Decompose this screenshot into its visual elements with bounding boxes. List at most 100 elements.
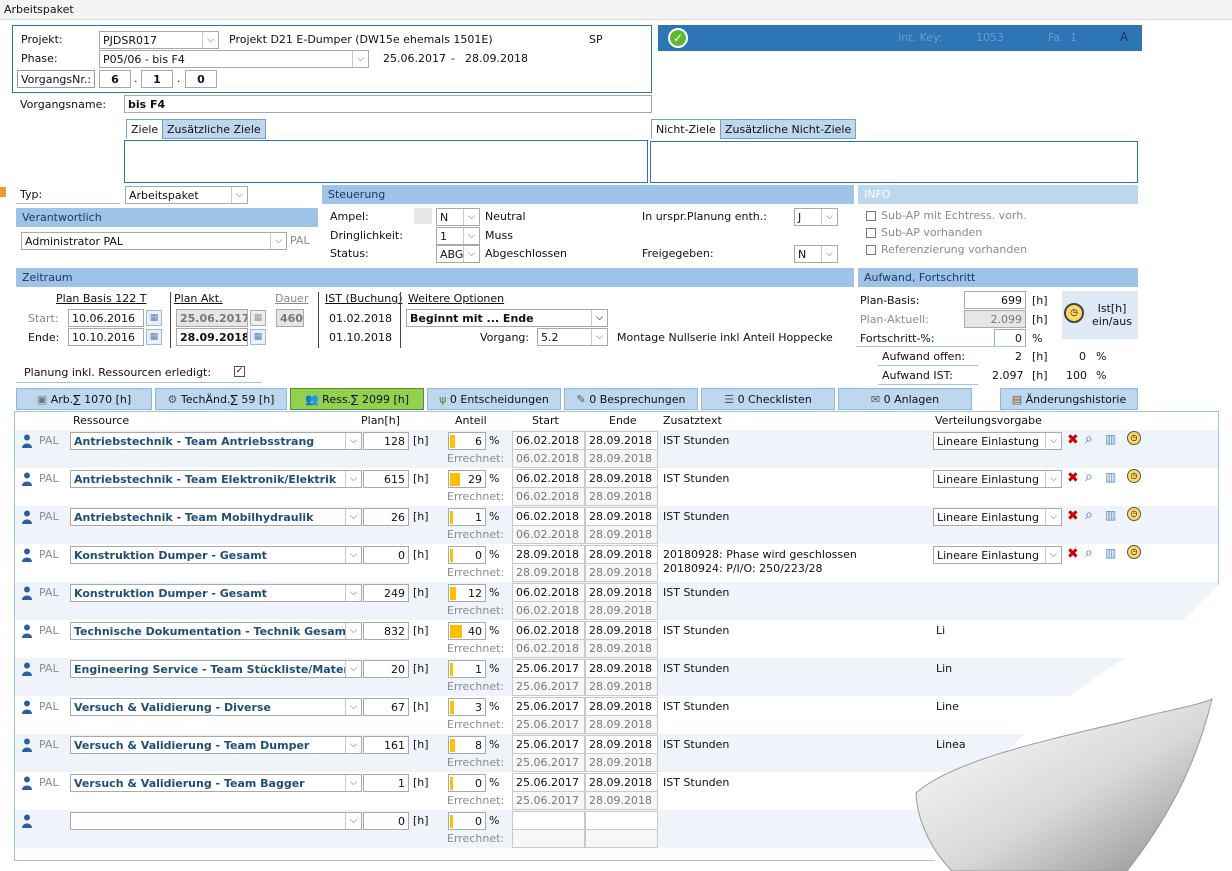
chevron-down-icon[interactable]: ⌵ xyxy=(202,32,218,48)
clock-icon[interactable]: ◷ xyxy=(1127,545,1141,559)
search-icon[interactable]: ⌕ xyxy=(1085,507,1093,523)
nicht-ziele-textarea[interactable] xyxy=(650,141,1138,183)
ende-date-cell[interactable]: 28.09.2018 xyxy=(585,545,658,564)
chevron-down-icon[interactable]: ⌵ xyxy=(345,547,361,563)
chevron-down-icon[interactable]: ⌵ xyxy=(591,310,607,326)
plan-hours-input[interactable]: 1 xyxy=(363,774,409,792)
chevron-down-icon[interactable]: ⌵ xyxy=(345,585,361,601)
plan-hours-input[interactable]: 20 xyxy=(363,660,409,678)
verteilung-combo[interactable]: Lineare Einlastung ⌵ xyxy=(933,546,1062,564)
plan-hours-input[interactable]: 67 xyxy=(363,698,409,716)
clock-icon[interactable]: ◷ xyxy=(1127,507,1141,521)
verteilung-combo[interactable]: Lineare Einlastung ⌵ xyxy=(933,508,1062,526)
tab-arbeit[interactable]: ▣ Arb.∑ 1070 [h] xyxy=(16,388,152,410)
verteilung-value[interactable]: Linea xyxy=(936,814,966,827)
anteil-input[interactable]: 3 xyxy=(448,698,486,716)
chevron-down-icon[interactable]: ⌵ xyxy=(1045,471,1061,487)
ende-date-cell[interactable] xyxy=(585,811,658,830)
resource-combo[interactable]: Technische Dokumentation - Technik Gesam… xyxy=(70,622,362,640)
resource-combo[interactable]: Versuch & Validierung - Team Bagger ⌵ xyxy=(70,774,362,792)
ende-date-cell[interactable]: 28.09.2018 xyxy=(585,469,658,488)
vorgang-field-2[interactable]: 1 xyxy=(141,70,173,88)
chevron-down-icon[interactable]: ⌵ xyxy=(463,246,479,262)
vorgang-field-1[interactable]: 6 xyxy=(99,70,131,88)
verteilung-value[interactable]: Lin xyxy=(936,662,952,675)
resource-combo[interactable]: Konstruktion Dumper - Gesamt ⌵ xyxy=(70,546,362,564)
plan-hours-input[interactable]: 161 xyxy=(363,736,409,754)
chevron-down-icon[interactable]: ⌵ xyxy=(1045,509,1061,525)
resource-combo[interactable]: Antriebstechnik - Team Elektronik/Elektr… xyxy=(70,470,362,488)
chevron-down-icon[interactable]: ⌵ xyxy=(821,209,837,225)
tab-anlagen[interactable]: ✉ 0 Anlagen xyxy=(838,388,972,410)
vorgang-field-3[interactable]: 0 xyxy=(185,70,217,88)
chevron-down-icon[interactable]: ⌵ xyxy=(345,623,361,639)
start-date-cell[interactable]: 25.06.2017 xyxy=(512,773,585,792)
search-icon[interactable]: ⌕ xyxy=(1085,469,1093,485)
calendar-icon[interactable]: ▦ xyxy=(250,329,266,345)
plan-basis-input[interactable]: 699 xyxy=(964,291,1026,309)
chevron-down-icon[interactable]: ⌵ xyxy=(1045,433,1061,449)
anteil-input[interactable]: 0 xyxy=(448,774,486,792)
resource-combo[interactable]: Antriebstechnik - Team Antriebsstrang ⌵ xyxy=(70,432,362,450)
freigegeben-combo[interactable]: N ⌵ xyxy=(794,245,838,263)
ist-buchung-link[interactable]: IST (Buchung) xyxy=(325,292,403,305)
weitere-optionen-link[interactable]: Weitere Optionen xyxy=(408,292,504,305)
status-combo[interactable]: ABG ⌵ xyxy=(436,245,480,263)
delete-icon[interactable]: ✖ xyxy=(1067,470,1079,486)
chart-icon[interactable]: ▥ xyxy=(1105,432,1116,446)
ist-toggle-button[interactable]: ◷ Ist[h] ein/aus xyxy=(1062,291,1138,339)
plan-basis-link[interactable]: Plan Basis 122 T xyxy=(56,292,146,305)
anteil-input[interactable]: 0 xyxy=(448,812,486,830)
search-icon[interactable]: ⌕ xyxy=(1085,545,1093,561)
chevron-down-icon[interactable]: ⌵ xyxy=(591,329,607,345)
chevron-down-icon[interactable]: ⌵ xyxy=(345,737,361,753)
calendar-icon[interactable]: ▦ xyxy=(250,310,266,326)
tab-besprechungen[interactable]: ✎ 0 Besprechungen xyxy=(564,388,698,410)
chevron-down-icon[interactable]: ⌵ xyxy=(463,228,479,244)
basis-start-input[interactable]: 10.06.2016 xyxy=(68,309,144,327)
start-date-cell[interactable]: 25.06.2017 xyxy=(512,735,585,754)
ende-date-cell[interactable]: 28.09.2018 xyxy=(585,583,658,602)
ende-date-cell[interactable]: 28.09.2018 xyxy=(585,659,658,678)
anteil-input[interactable]: 1 xyxy=(448,508,486,526)
calendar-icon[interactable]: ▦ xyxy=(146,310,162,326)
chevron-down-icon[interactable]: ⌵ xyxy=(1045,547,1061,563)
option-combo[interactable]: Beginnt mit ... Ende ⌵ xyxy=(406,309,608,327)
chevron-down-icon[interactable]: ⌵ xyxy=(231,187,247,203)
check-icon[interactable]: ✓ xyxy=(668,28,688,48)
typ-combo[interactable]: Arbeitspaket ⌵ xyxy=(125,186,248,204)
start-date-cell[interactable]: 06.02.2018 xyxy=(512,469,585,488)
chevron-down-icon[interactable]: ⌵ xyxy=(345,775,361,791)
chart-icon[interactable]: ▥ xyxy=(1105,546,1116,560)
start-date-cell[interactable]: 25.06.2017 xyxy=(512,697,585,716)
start-date-cell[interactable]: 25.06.2017 xyxy=(512,659,585,678)
chevron-down-icon[interactable]: ⌵ xyxy=(345,699,361,715)
tab-zusaetzliche-ziele[interactable]: Zusätzliche Ziele xyxy=(162,119,266,139)
basis-ende-input[interactable]: 10.10.2016 xyxy=(68,328,144,346)
clock-icon[interactable]: ◷ xyxy=(1127,431,1141,445)
plan-hours-input[interactable]: 615 xyxy=(363,470,409,488)
chevron-down-icon[interactable]: ⌵ xyxy=(352,51,368,67)
resource-combo[interactable]: Engineering Service - Team Stückliste/Ma… xyxy=(70,660,362,678)
dringlichkeit-combo[interactable]: 1 ⌵ xyxy=(436,227,480,245)
verteilung-combo[interactable]: Lineare Einlastung ⌵ xyxy=(933,432,1062,450)
resource-combo[interactable]: Antriebstechnik - Team Mobilhydraulik ⌵ xyxy=(70,508,362,526)
anteil-input[interactable]: 40 xyxy=(448,622,486,640)
verteilung-value[interactable]: Li xyxy=(936,624,945,637)
clock-icon[interactable]: ◷ xyxy=(1127,469,1141,483)
chevron-down-icon[interactable]: ⌵ xyxy=(345,471,361,487)
chevron-down-icon[interactable]: ⌵ xyxy=(821,246,837,262)
start-date-cell[interactable]: 06.02.2018 xyxy=(512,583,585,602)
chevron-down-icon[interactable]: ⌵ xyxy=(345,813,361,829)
resource-combo[interactable]: ⌵ xyxy=(70,812,362,830)
start-date-cell[interactable]: 06.02.2018 xyxy=(512,507,585,526)
chevron-down-icon[interactable]: ⌵ xyxy=(345,661,361,677)
tab-aenderungshistorie[interactable]: ▤ Änderungshistorie xyxy=(1000,388,1138,410)
plan-hours-input[interactable]: 0 xyxy=(363,546,409,564)
akt-start-input[interactable]: 25.06.2017 xyxy=(176,309,248,327)
phase-combo[interactable]: P05/06 - bis F4 ⌵ xyxy=(99,50,369,68)
chart-icon[interactable]: ▥ xyxy=(1105,508,1116,522)
akt-ende-input[interactable]: 28.09.2018 xyxy=(176,328,248,346)
projekt-combo[interactable]: PJDSR017 ⌵ xyxy=(99,31,219,49)
start-date-cell[interactable]: 06.02.2018 xyxy=(512,621,585,640)
